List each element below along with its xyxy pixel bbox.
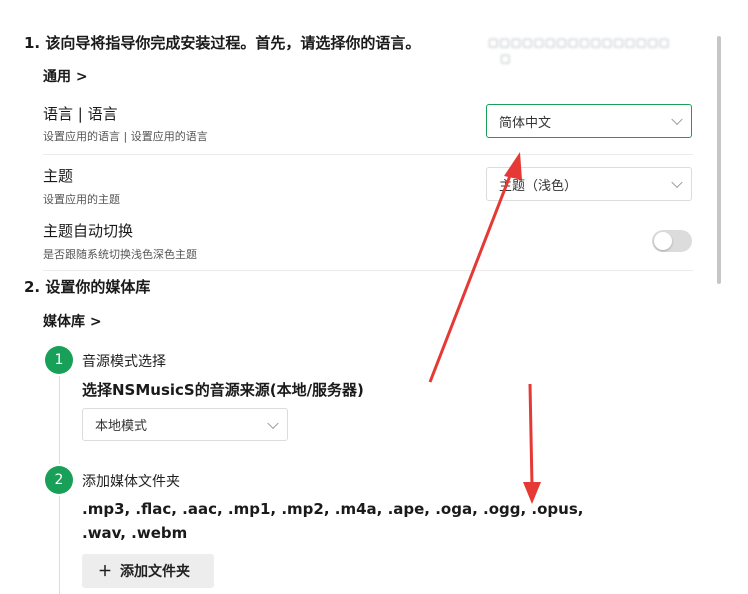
scrollbar-thumb[interactable] (717, 36, 721, 284)
auto-theme-desc: 是否跟随系统切换浅色深色主题 (43, 248, 197, 261)
chevron-down-icon (267, 417, 279, 429)
auto-theme-title: 主题自动切换 (43, 222, 134, 240)
redacted-text-2: ▢ (500, 52, 512, 65)
language-select-value: 简体中文 (499, 115, 552, 131)
chevron-down-icon (671, 176, 683, 189)
step-2-formats: .mp3, .flac, .aac, .mp1, .mp2, .m4a, .ap… (82, 500, 584, 542)
source-mode-select[interactable]: 本地模式 (82, 408, 288, 441)
section1-heading: 1. 该向导将指导你完成安装过程。首先，请选择你的语言。 (24, 34, 421, 52)
chevron-down-icon (671, 113, 683, 126)
step-1-title: 音源模式选择 (82, 354, 166, 370)
language-desc: 设置应用的语言 | 设置应用的语言 (43, 130, 208, 143)
theme-select-value: 主题（浅色） (499, 178, 578, 194)
redacted-overlay: ▢▢▢▢▢▢▢▢▢▢▢▢▢▢▢▢ ▢ (486, 32, 692, 98)
theme-title: 主题 (43, 167, 74, 185)
redacted-text: ▢▢▢▢▢▢▢▢▢▢▢▢▢▢▢▢ (488, 36, 671, 49)
source-mode-value: 本地模式 (95, 419, 148, 434)
media-library-link[interactable]: 媒体库 > (43, 311, 102, 331)
theme-desc: 设置应用的主题 (43, 193, 120, 206)
add-folder-label: 添加文件夹 (120, 564, 190, 580)
divider (43, 270, 693, 271)
step-2-title: 添加媒体文件夹 (82, 474, 180, 490)
arrow-line-2 (528, 383, 534, 487)
divider (43, 154, 693, 155)
general-link[interactable]: 通用 > (43, 66, 88, 86)
step-2-number: 2 (54, 472, 64, 488)
language-select[interactable]: 简体中文 (486, 104, 692, 138)
step-1-number: 1 (54, 352, 64, 368)
step-1-indicator: 1 (45, 346, 73, 374)
plus-icon: ＋ (98, 564, 112, 580)
add-folder-button[interactable]: ＋ 添加文件夹 (82, 554, 214, 588)
theme-select[interactable]: 主题（浅色） (486, 167, 692, 201)
step-connector (59, 376, 60, 464)
step-2-indicator: 2 (45, 466, 73, 494)
language-title: 语言 | 语言 (43, 105, 118, 123)
auto-theme-toggle[interactable] (652, 230, 692, 252)
section2-heading: 2. 设置你的媒体库 (24, 278, 151, 296)
step-connector (59, 496, 60, 594)
step-1-desc: 选择NSMusicS的音源来源(本地/服务器) (82, 381, 364, 399)
toggle-knob (654, 232, 672, 250)
